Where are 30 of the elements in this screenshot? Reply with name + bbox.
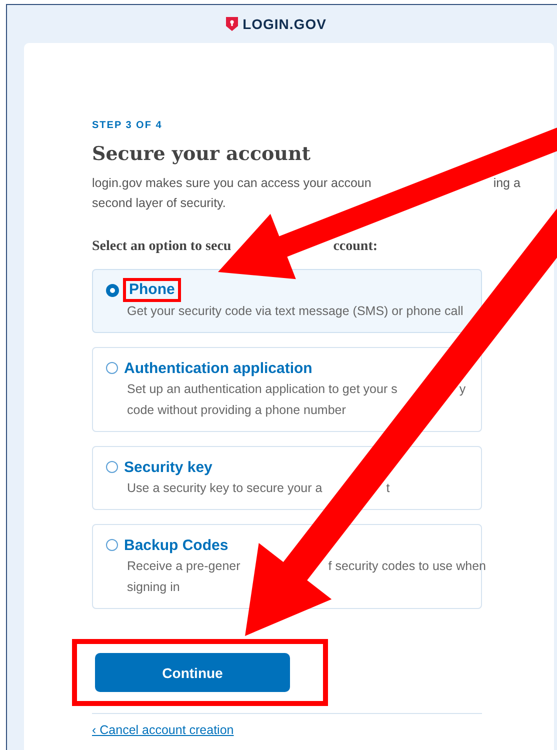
option-title: Phone — [129, 281, 175, 298]
shield-icon — [226, 17, 238, 31]
radio-button[interactable] — [106, 539, 118, 551]
option-title: Security key — [124, 458, 212, 476]
prompt-label: Select an option to secu — [92, 239, 232, 255]
option-card[interactable]: Phone Get your security code via text message (SMS) or phone call — [92, 269, 482, 333]
radio-button[interactable] — [106, 284, 119, 296]
radio-button[interactable] — [106, 461, 118, 473]
page-title: Secure your account — [92, 143, 312, 165]
option-description: Set up an authentication application to get your s — [127, 381, 398, 398]
option-title: Authentication application — [124, 360, 312, 376]
option-description: Get your security code via text message (SMS) or phone call — [127, 303, 464, 320]
description-text: login.gov makes sure you can access your accoun — [92, 175, 372, 192]
option-description: Use a security key to secure your a — [127, 480, 322, 497]
description-text: ing a — [493, 175, 520, 192]
option-description: Receive a pre-gener — [127, 558, 240, 575]
option-title: Backup Codes — [124, 536, 228, 554]
prompt-label: ccount: — [333, 239, 378, 255]
cancel-link[interactable]: ‹ Cancel account creation — [92, 723, 234, 737]
step-label: STEP 3 OF 4 — [92, 120, 164, 131]
description-text: second layer of security. — [92, 195, 226, 212]
continue-button[interactable]: Continue — [95, 653, 290, 692]
option-description: t — [386, 480, 390, 497]
option-description: y — [459, 381, 466, 398]
logo-text: LOGIN.GOV — [242, 16, 326, 32]
radio-button[interactable] — [106, 362, 118, 374]
option-description: code without providing a phone number — [127, 402, 346, 419]
option-card[interactable]: Security key Use a security key to secure your a t — [92, 446, 482, 510]
option-card[interactable]: Authentication application Set up an authentication application to get your s y code without providing a phone number — [92, 347, 482, 432]
option-description: signing in — [127, 579, 180, 596]
